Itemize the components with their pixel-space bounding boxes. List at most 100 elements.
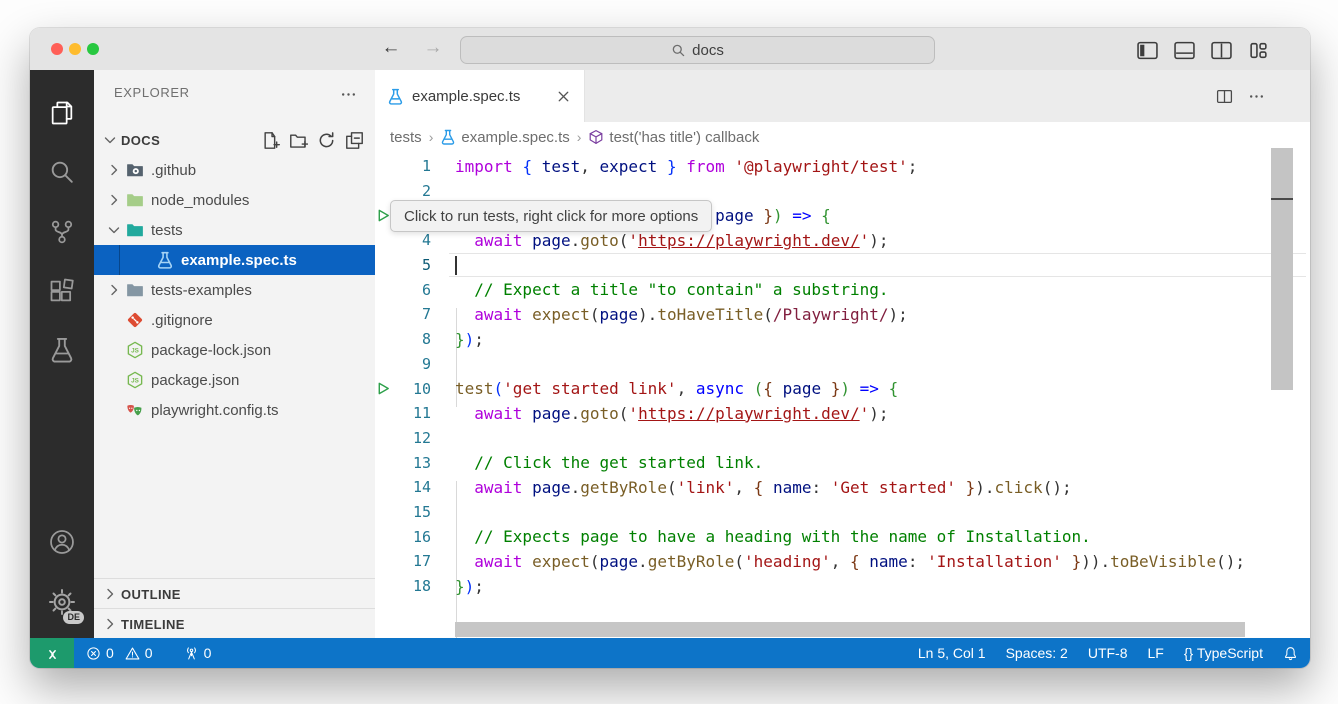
breadcrumb-label: test('has title') callback <box>609 128 760 146</box>
tree-item-label: package-lock.json <box>151 341 272 359</box>
run-test-icon[interactable] <box>376 381 391 396</box>
status-item-spaces-2[interactable]: Spaces: 2 <box>1006 645 1068 661</box>
tree-item-package-lock-json[interactable]: JS package-lock.json <box>94 335 375 365</box>
status-item-utf-8[interactable]: UTF-8 <box>1088 645 1128 661</box>
tree-item--github[interactable]: .github <box>94 155 375 185</box>
editor-more-actions-icon[interactable] <box>1245 85 1267 107</box>
vertical-scrollbar[interactable] <box>1271 148 1293 390</box>
code-line-10[interactable]: 10 test('get started link', async ({ page… <box>375 376 1310 401</box>
tree-item-label: node_modules <box>151 191 250 209</box>
activity-item-settings[interactable]: DE <box>38 578 86 626</box>
search-value: docs <box>692 41 724 59</box>
customize-layout-icon[interactable] <box>1245 37 1271 63</box>
problems-status[interactable]: 0 0 <box>86 645 153 661</box>
code-line-18[interactable]: 18}); <box>375 574 1310 599</box>
code-line-14[interactable]: 14 await page.getByRole('link', { name: … <box>375 475 1310 500</box>
code-line-11[interactable]: 11 await page.goto('https://playwright.d… <box>375 401 1310 426</box>
code-line-7[interactable]: 7 await expect(page).toHaveTitle(/Playwr… <box>375 302 1310 327</box>
traffic-light-close[interactable] <box>51 43 63 55</box>
collapse-all-icon[interactable] <box>345 131 364 150</box>
line-text: await expect(page).toHaveTitle(/Playwrig… <box>474 304 908 324</box>
activity-item-extensions[interactable] <box>38 267 86 315</box>
chevron-down-icon <box>102 132 118 148</box>
chevron-right-icon <box>106 162 122 178</box>
bell-icon[interactable] <box>1283 646 1298 661</box>
new-folder-icon[interactable] <box>289 131 308 150</box>
new-file-icon[interactable] <box>261 131 280 150</box>
line-number: 15 <box>412 502 431 521</box>
title-bar: ← → docs <box>30 28 1310 71</box>
code-line-8[interactable]: 8}); <box>375 327 1310 352</box>
search-icon <box>48 158 76 186</box>
ports-count: 0 <box>203 645 212 661</box>
activity-item-source-control[interactable] <box>38 208 86 256</box>
tree-item-label: tests-examples <box>151 281 252 299</box>
activity-item-explorer[interactable] <box>38 89 86 137</box>
toggle-panel-icon[interactable] <box>1171 37 1197 63</box>
tree-item-tests[interactable]: tests <box>94 215 375 245</box>
refresh-icon[interactable] <box>317 131 336 150</box>
code-line-15[interactable]: 15 <box>375 500 1310 525</box>
horizontal-scrollbar[interactable] <box>455 622 1245 637</box>
code-line-9[interactable]: 9 <box>375 352 1310 377</box>
run-tests-tooltip: Click to run tests, right click for more… <box>390 200 713 232</box>
tree-item-playwright-config-ts[interactable]: playwright.config.ts <box>94 395 375 425</box>
tab-example-spec-ts[interactable]: example.spec.ts <box>375 70 585 122</box>
split-editor-icon[interactable] <box>1213 85 1235 107</box>
code-line-13[interactable]: 13 // Click the get started link. <box>375 450 1310 475</box>
close-tab-icon[interactable] <box>555 88 572 105</box>
panel-header-outline[interactable]: OUTLINE <box>94 578 375 609</box>
code-line-17[interactable]: 17 await expect(page.getByRole('heading'… <box>375 549 1310 574</box>
run-test-icon[interactable] <box>376 208 391 223</box>
toggle-secondary-sidebar-icon[interactable] <box>1208 37 1234 63</box>
status-item-typescript[interactable]: {} TypeScript <box>1184 645 1263 661</box>
breadcrumb-item[interactable]: tests <box>390 129 422 146</box>
status-item-lf[interactable]: LF <box>1148 645 1164 661</box>
breadcrumb: tests › example.spec.ts › test('has title') … <box>375 122 1310 152</box>
panel-header-timeline[interactable]: TIMELINE <box>94 608 375 639</box>
breadcrumb-item[interactable]: test('has title') callback <box>588 129 759 146</box>
traffic-light-minimize[interactable] <box>69 43 81 55</box>
back-arrow-icon[interactable]: ← <box>378 35 404 61</box>
activity-bar: DE <box>30 70 94 638</box>
tree-item-tests-examples[interactable]: tests-examples <box>94 275 375 305</box>
tree-item-node-modules[interactable]: node_modules <box>94 185 375 215</box>
radio-tower-icon <box>184 646 199 661</box>
code-line-16[interactable]: 16 // Expects page to have a heading wit… <box>375 524 1310 549</box>
breadcrumb-item[interactable]: example.spec.ts <box>440 129 570 146</box>
error-count: 0 <box>106 645 114 661</box>
line-text: await page.goto('https://playwright.dev/… <box>474 403 889 423</box>
command-center-search[interactable]: docs <box>460 36 935 64</box>
text-cursor <box>455 255 457 275</box>
tree-item-label: example.spec.ts <box>181 251 297 269</box>
remote-indicator[interactable] <box>30 638 74 668</box>
remote-icon <box>45 646 60 661</box>
status-item-ln-5-col-1[interactable]: Ln 5, Col 1 <box>918 645 986 661</box>
tree-item-label: playwright.config.ts <box>151 401 279 419</box>
line-text: // Expects page to have a heading with t… <box>474 527 1091 547</box>
line-number: 8 <box>421 330 431 349</box>
tree-item-package-json[interactable]: JS package.json <box>94 365 375 395</box>
activity-item-accounts[interactable] <box>38 518 86 566</box>
section-label: DOCS <box>121 132 161 148</box>
tree-item-example-spec-ts[interactable]: example.spec.ts <box>94 245 375 275</box>
line-text: // Expect a title "to contain" a substri… <box>474 280 889 300</box>
code-line-6[interactable]: 6 // Expect a title "to contain" a subst… <box>375 277 1310 302</box>
explorer-more-actions-icon[interactable] <box>337 83 359 105</box>
forward-arrow-icon[interactable]: → <box>420 35 446 61</box>
file-tree: .github node_modulestests example.spec.ts t… <box>94 155 375 425</box>
traffic-light-zoom[interactable] <box>87 43 99 55</box>
tree-item-label: package.json <box>151 371 240 389</box>
activity-item-testing[interactable] <box>38 326 86 374</box>
section-header-docs[interactable]: DOCS <box>94 125 375 155</box>
code-line-1[interactable]: 1 import { test, expect } from '@playwrig… <box>375 154 1310 179</box>
code-line-12[interactable]: 12 <box>375 426 1310 451</box>
activity-item-search[interactable] <box>38 148 86 196</box>
line-number: 6 <box>421 280 431 299</box>
code-line-5[interactable]: 5 <box>375 252 1310 278</box>
ports-status[interactable]: 0 <box>184 645 212 661</box>
warning-count: 0 <box>144 645 153 661</box>
tree-item-label: tests <box>151 221 183 239</box>
tree-item--gitignore[interactable]: .gitignore <box>94 305 375 335</box>
toggle-primary-sidebar-icon[interactable] <box>1134 37 1160 63</box>
